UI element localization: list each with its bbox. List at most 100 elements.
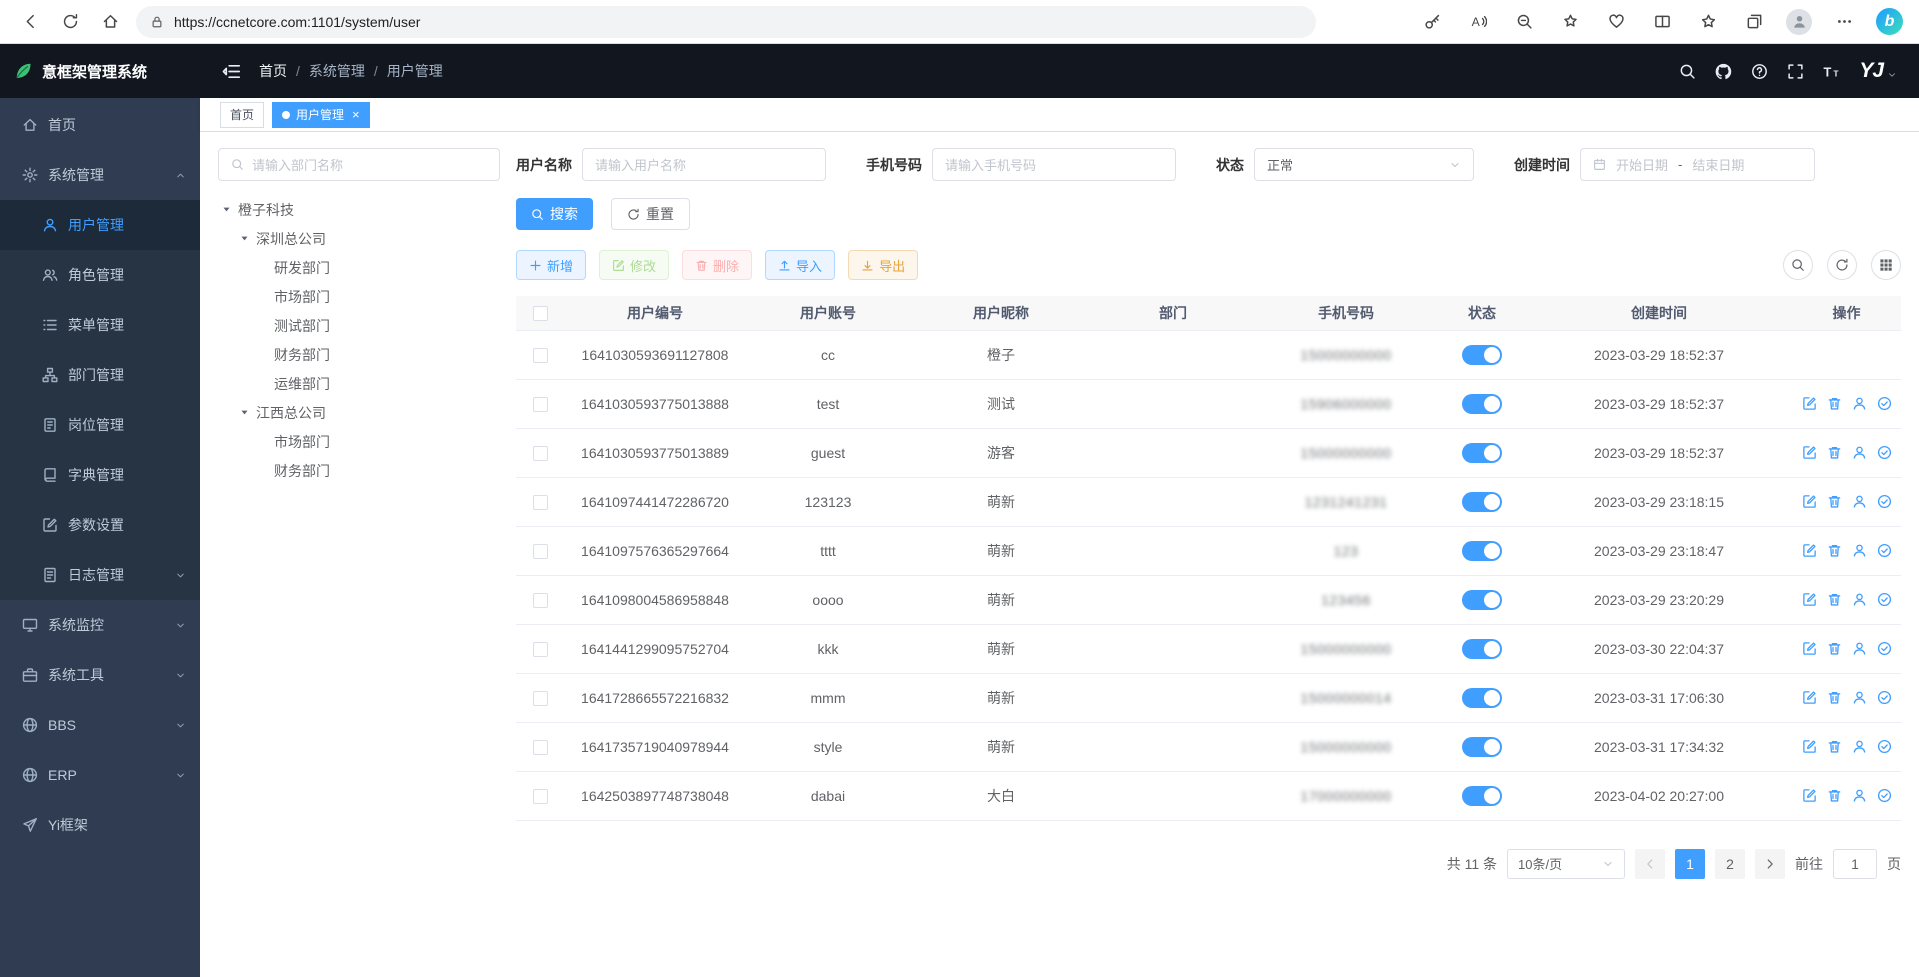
- page-button-1[interactable]: 1: [1675, 849, 1705, 879]
- row-checkbox[interactable]: [533, 593, 548, 608]
- add-button[interactable]: 新增: [516, 250, 586, 280]
- password-key-icon[interactable]: [1418, 8, 1446, 36]
- tree-expand-caret-icon[interactable]: [236, 233, 252, 244]
- tree-node[interactable]: 江西总公司: [218, 398, 500, 427]
- row-delete-icon[interactable]: [1827, 788, 1842, 803]
- sidebar-item-config[interactable]: 参数设置: [0, 500, 200, 550]
- reset-button[interactable]: 重置: [611, 198, 690, 230]
- help-icon[interactable]: [1751, 63, 1768, 80]
- row-reset-password-icon[interactable]: [1852, 641, 1867, 656]
- tree-node[interactable]: 深圳总公司: [218, 224, 500, 253]
- phone-input[interactable]: 请输入手机号码: [932, 148, 1176, 181]
- row-edit-icon[interactable]: [1802, 641, 1817, 656]
- column-header[interactable]: 部门: [1092, 296, 1254, 330]
- sidebar-item-system[interactable]: 系统管理: [0, 150, 200, 200]
- row-edit-icon[interactable]: [1802, 543, 1817, 558]
- sidebar-item-home[interactable]: 首页: [0, 100, 200, 150]
- row-delete-icon[interactable]: [1827, 494, 1842, 509]
- row-checkbox[interactable]: [533, 789, 548, 804]
- row-assign-role-icon[interactable]: [1877, 739, 1892, 754]
- select-all-checkbox[interactable]: [533, 306, 548, 321]
- tree-node[interactable]: 橙子科技: [218, 195, 500, 224]
- read-aloud-icon[interactable]: A: [1464, 8, 1492, 36]
- row-assign-role-icon[interactable]: [1877, 494, 1892, 509]
- row-reset-password-icon[interactable]: [1852, 739, 1867, 754]
- row-edit-icon[interactable]: [1802, 592, 1817, 607]
- github-icon[interactable]: [1715, 63, 1732, 80]
- row-edit-icon[interactable]: [1802, 690, 1817, 705]
- search-icon[interactable]: [1679, 63, 1696, 80]
- dept-search-input[interactable]: 请输入部门名称: [218, 148, 500, 181]
- delete-button[interactable]: 删除: [682, 250, 752, 280]
- status-toggle[interactable]: [1462, 786, 1502, 806]
- tab-user[interactable]: 用户管理×: [272, 102, 370, 128]
- tree-node[interactable]: 财务部门: [218, 340, 500, 369]
- row-edit-icon[interactable]: [1802, 445, 1817, 460]
- goto-page-input[interactable]: 1: [1833, 849, 1877, 879]
- fullscreen-icon[interactable]: [1787, 63, 1804, 80]
- row-checkbox[interactable]: [533, 397, 548, 412]
- column-header[interactable]: 用户昵称: [910, 296, 1092, 330]
- tree-node[interactable]: 研发部门: [218, 253, 500, 282]
- row-reset-password-icon[interactable]: [1852, 788, 1867, 803]
- row-assign-role-icon[interactable]: [1877, 396, 1892, 411]
- status-toggle[interactable]: [1462, 737, 1502, 757]
- row-assign-role-icon[interactable]: [1877, 788, 1892, 803]
- import-button[interactable]: 导入: [765, 250, 835, 280]
- sidebar-item-erp[interactable]: ERP: [0, 750, 200, 800]
- row-delete-icon[interactable]: [1827, 739, 1842, 754]
- browser-refresh-button[interactable]: [50, 4, 90, 40]
- tab-close-icon[interactable]: ×: [352, 107, 360, 122]
- columns-button[interactable]: [1871, 250, 1901, 280]
- sidebar-item-role[interactable]: 角色管理: [0, 250, 200, 300]
- row-assign-role-icon[interactable]: [1877, 445, 1892, 460]
- status-toggle[interactable]: [1462, 639, 1502, 659]
- browser-back-button[interactable]: [10, 4, 50, 40]
- split-screen-icon[interactable]: [1648, 8, 1676, 36]
- row-delete-icon[interactable]: [1827, 690, 1842, 705]
- tab-home[interactable]: 首页: [220, 102, 264, 128]
- search-button[interactable]: 搜索: [516, 198, 593, 230]
- row-delete-icon[interactable]: [1827, 543, 1842, 558]
- tree-node[interactable]: 运维部门: [218, 369, 500, 398]
- column-header[interactable]: 用户编号: [564, 296, 746, 330]
- prev-page-button[interactable]: [1635, 849, 1665, 879]
- tree-node[interactable]: 市场部门: [218, 282, 500, 311]
- row-edit-icon[interactable]: [1802, 788, 1817, 803]
- sidebar-item-dept[interactable]: 部门管理: [0, 350, 200, 400]
- row-checkbox[interactable]: [533, 446, 548, 461]
- page-size-select[interactable]: 10条/页: [1507, 849, 1625, 879]
- sidebar-item-bbs[interactable]: BBS: [0, 700, 200, 750]
- row-checkbox[interactable]: [533, 740, 548, 755]
- collections-icon[interactable]: [1740, 8, 1768, 36]
- column-header[interactable]: 操作: [1792, 296, 1901, 330]
- column-header[interactable]: 用户账号: [746, 296, 910, 330]
- row-delete-icon[interactable]: [1827, 641, 1842, 656]
- user-logo[interactable]: YJ: [1859, 59, 1897, 83]
- column-header[interactable]: 手机号码: [1254, 296, 1438, 330]
- tree-node[interactable]: 测试部门: [218, 311, 500, 340]
- row-edit-icon[interactable]: [1802, 396, 1817, 411]
- row-assign-role-icon[interactable]: [1877, 690, 1892, 705]
- row-reset-password-icon[interactable]: [1852, 690, 1867, 705]
- row-checkbox[interactable]: [533, 691, 548, 706]
- add-favorite-icon[interactable]: [1556, 8, 1584, 36]
- column-header[interactable]: 状态: [1438, 296, 1526, 330]
- row-checkbox[interactable]: [533, 642, 548, 657]
- tree-expand-caret-icon[interactable]: [218, 204, 234, 215]
- sidebar-item-log[interactable]: 日志管理: [0, 550, 200, 600]
- row-reset-password-icon[interactable]: [1852, 543, 1867, 558]
- row-edit-icon[interactable]: [1802, 739, 1817, 754]
- row-delete-icon[interactable]: [1827, 592, 1842, 607]
- status-toggle[interactable]: [1462, 394, 1502, 414]
- row-delete-icon[interactable]: [1827, 445, 1842, 460]
- row-reset-password-icon[interactable]: [1852, 396, 1867, 411]
- edit-button[interactable]: 修改: [599, 250, 669, 280]
- row-delete-icon[interactable]: [1827, 396, 1842, 411]
- zoom-out-icon[interactable]: [1510, 8, 1538, 36]
- sidebar-item-post[interactable]: 岗位管理: [0, 400, 200, 450]
- status-toggle[interactable]: [1462, 688, 1502, 708]
- export-button[interactable]: 导出: [848, 250, 918, 280]
- status-toggle[interactable]: [1462, 345, 1502, 365]
- refresh-table-button[interactable]: [1827, 250, 1857, 280]
